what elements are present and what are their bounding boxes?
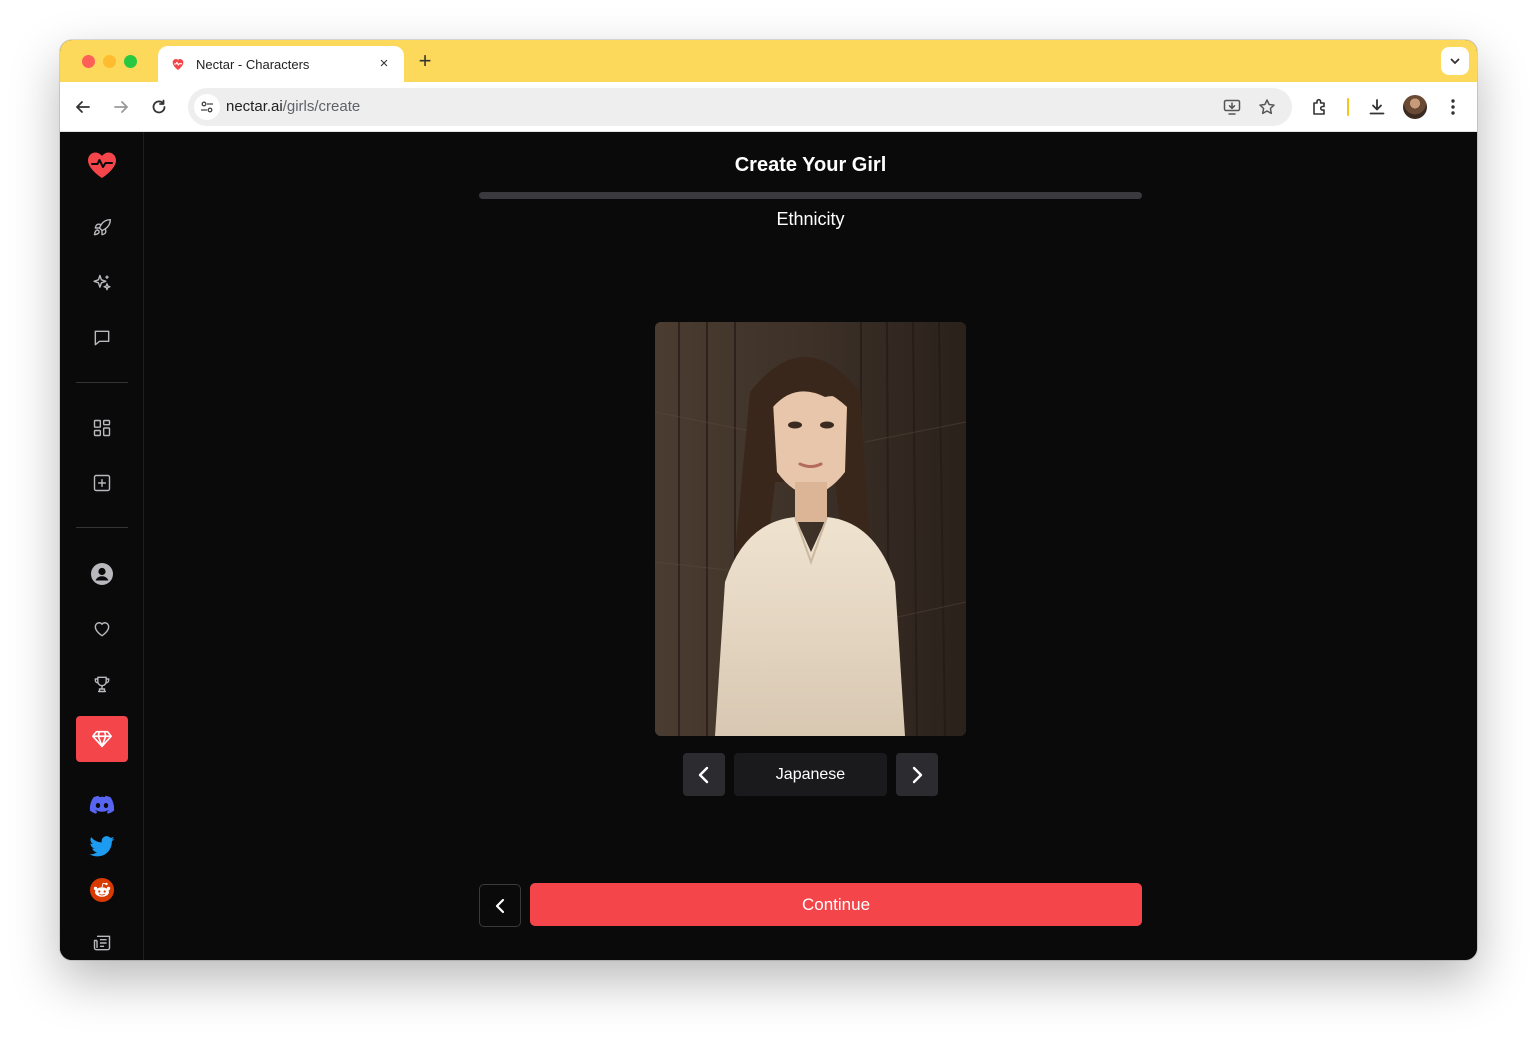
sidebar-divider <box>76 382 128 383</box>
create-panel: Create Your Girl Ethnicity Japanese Cont… <box>144 132 1477 960</box>
create-plus-icon[interactable] <box>76 460 128 506</box>
more-menu-icon[interactable] <box>1441 95 1465 119</box>
back-arrow-icon[interactable] <box>71 95 95 119</box>
heart-favicon-icon <box>170 56 186 72</box>
heart-icon[interactable] <box>76 606 128 652</box>
tab-title: Nectar - Characters <box>196 56 310 72</box>
bookmark-star-icon[interactable] <box>1256 96 1278 118</box>
tab-strip: Nectar - Characters × + <box>60 40 1477 82</box>
address-bar[interactable]: nectar.ai/girls/create <box>188 88 1292 126</box>
progress-bar <box>479 192 1142 199</box>
tab-close-icon[interactable]: × <box>376 56 392 72</box>
previous-option-button[interactable] <box>683 753 725 796</box>
site-settings-icon[interactable] <box>194 94 220 120</box>
install-app-icon[interactable] <box>1221 96 1243 118</box>
new-tab-button[interactable]: + <box>414 50 436 73</box>
character-preview-image <box>655 322 966 736</box>
profile-avatar[interactable] <box>1403 95 1427 119</box>
reddit-icon[interactable] <box>76 867 128 913</box>
trophy-icon[interactable] <box>76 661 128 707</box>
chevron-left-icon <box>698 766 709 783</box>
chat-icon[interactable] <box>76 315 128 361</box>
diamond-icon[interactable] <box>76 716 128 762</box>
toolbar-divider <box>1347 98 1349 116</box>
ethnicity-selector: Japanese <box>144 753 1477 796</box>
extensions-puzzle-icon[interactable] <box>1308 95 1332 119</box>
sparkles-icon[interactable] <box>76 260 128 306</box>
back-button[interactable] <box>479 884 521 927</box>
maximize-window-button[interactable] <box>124 55 137 68</box>
url-domain: nectar.ai <box>226 98 283 115</box>
page-title: Create Your Girl <box>734 154 887 176</box>
browser-tab[interactable]: Nectar - Characters × <box>158 46 404 82</box>
forward-arrow-icon[interactable] <box>109 95 133 119</box>
gallery-grid-icon[interactable] <box>76 405 128 451</box>
profile-icon[interactable] <box>76 551 128 597</box>
discord-icon[interactable] <box>76 782 128 828</box>
chevron-right-icon <box>912 766 923 783</box>
twitter-icon[interactable] <box>76 824 128 870</box>
next-option-button[interactable] <box>896 753 938 796</box>
news-icon[interactable] <box>76 920 128 960</box>
download-icon[interactable] <box>1365 95 1389 119</box>
app-content: Create Your Girl Ethnicity Japanese Cont… <box>60 132 1477 960</box>
rocket-icon[interactable] <box>76 205 128 251</box>
browser-window: Nectar - Characters × + nectar.ai/girls/… <box>60 40 1477 960</box>
chevron-left-icon <box>495 898 505 913</box>
nectar-logo-icon[interactable] <box>76 142 128 188</box>
tab-search-chevron-icon[interactable] <box>1441 47 1469 75</box>
url-path: /girls/create <box>282 98 361 115</box>
reload-icon[interactable] <box>147 95 171 119</box>
minimize-window-button[interactable] <box>103 55 116 68</box>
close-window-button[interactable] <box>82 55 95 68</box>
url-text: nectar.ai/girls/create <box>226 98 360 115</box>
sidebar-divider <box>76 527 128 528</box>
continue-button[interactable]: Continue <box>530 883 1142 926</box>
sidebar <box>60 132 144 960</box>
browser-toolbar: nectar.ai/girls/create <box>60 82 1477 132</box>
step-label: Ethnicity <box>776 209 845 229</box>
selected-ethnicity: Japanese <box>734 753 887 796</box>
